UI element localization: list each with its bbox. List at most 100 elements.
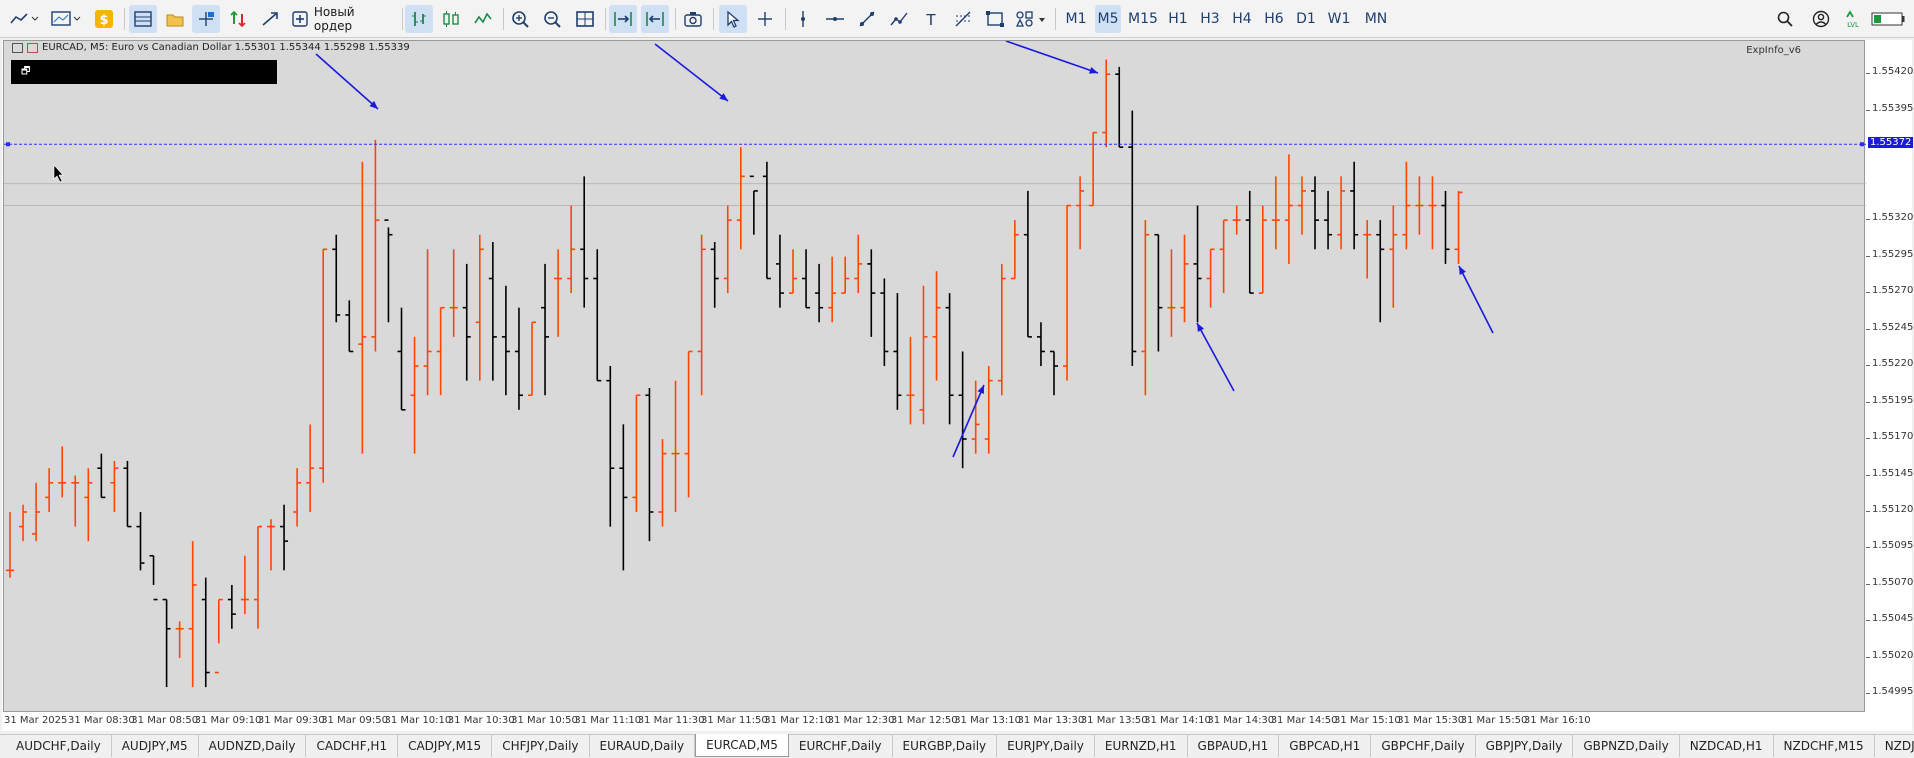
strategy-tester-button[interactable] <box>256 5 284 33</box>
chart-window-icon-2 <box>27 42 38 53</box>
price-tick <box>1866 583 1870 585</box>
ohlc-bar <box>6 511 14 578</box>
timeframe-w1[interactable]: W1 <box>1325 5 1353 33</box>
algo-trading-button[interactable]: $ <box>92 5 116 33</box>
cursor-tool-button[interactable] <box>719 5 747 33</box>
timeframe-m15[interactable]: M15 <box>1127 5 1159 33</box>
ohlc-bar <box>710 242 719 308</box>
timeframe-d1[interactable]: D1 <box>1293 5 1319 33</box>
chart-shift-button[interactable] <box>641 5 669 33</box>
line-handle[interactable] <box>6 142 10 147</box>
text-tool[interactable]: T <box>917 5 945 33</box>
chart-tab[interactable]: EURNZD,H1 <box>1095 735 1188 757</box>
ohlc-bar <box>1128 110 1137 367</box>
price-tick <box>1866 693 1870 695</box>
chart-tab[interactable]: EURCAD,M5 <box>695 734 789 757</box>
arrow-annotation[interactable] <box>1458 265 1494 334</box>
chart-tab[interactable]: GBPCHF,Daily <box>1371 735 1476 757</box>
arrow-annotation[interactable] <box>1005 41 1099 74</box>
chart-tab[interactable]: CHFJPY,Daily <box>492 735 590 757</box>
arrow-annotation[interactable] <box>1196 322 1235 392</box>
navigator-button[interactable] <box>161 5 189 33</box>
ohlc-bar <box>1141 220 1150 396</box>
price-tick <box>1866 73 1870 75</box>
price-tick-label: 1.55145 <box>1872 467 1914 479</box>
toolbox-button[interactable] <box>224 5 252 33</box>
price-tick-label: 1.55020 <box>1872 649 1914 661</box>
chart-tab[interactable]: AUDJPY,M5 <box>112 735 199 757</box>
ohlc-bar <box>697 234 706 396</box>
horizontal-line-tool[interactable] <box>821 5 849 33</box>
candlestick-button[interactable] <box>437 5 465 33</box>
timeframe-h1[interactable]: H1 <box>1165 5 1191 33</box>
crosshair-tool-button[interactable] <box>751 5 779 33</box>
price-chart <box>4 41 1866 688</box>
chart-tab[interactable]: EURCHF,Daily <box>789 735 893 757</box>
timeframe-h3[interactable]: H3 <box>1197 5 1223 33</box>
data-window-button[interactable] <box>192 5 220 33</box>
timeframe-m1[interactable]: M1 <box>1063 5 1089 33</box>
chart-tab[interactable]: GBPJPY,Daily <box>1476 735 1574 757</box>
market-watch-button[interactable] <box>129 5 157 33</box>
chart-tab[interactable]: CADCHF,H1 <box>306 735 399 757</box>
screenshot-button[interactable] <box>679 5 707 33</box>
chart-tabs: AUDCHF,Daily AUDJPY,M5 AUDNZD,Daily CADCHF,… <box>0 734 1914 758</box>
arrow-annotation[interactable] <box>315 53 379 110</box>
price-axis[interactable]: 1.55372 1.55420 1.55395 1.55320 1.55295 1.55… <box>1866 40 1914 712</box>
chart-tab[interactable]: CADJPY,M15 <box>398 735 493 757</box>
chart-tab[interactable]: GBPAUD,H1 <box>1188 735 1280 757</box>
arrow-annotation[interactable] <box>654 43 729 102</box>
ohlc-bar <box>1389 205 1398 308</box>
timeframe-mn[interactable]: MN <box>1359 5 1393 33</box>
chart-tab[interactable]: NZDCAD,H1 <box>1680 735 1774 757</box>
ohlc-bar <box>423 249 432 396</box>
tile-windows-button[interactable] <box>571 5 599 33</box>
new-order-button[interactable]: Новый ордер <box>288 5 396 33</box>
ohlc-bar <box>514 307 523 410</box>
chart-tab[interactable]: EURAUD,Daily <box>590 735 696 757</box>
timeframe-m5[interactable]: M5 <box>1095 5 1121 33</box>
templates-dropdown[interactable] <box>48 5 84 33</box>
chart-tab[interactable]: NZDJPY,M5 <box>1875 735 1914 757</box>
time-axis[interactable]: 31 Mar 2025 31 Mar 08:30 31 Mar 08:50 31 Ma… <box>2 713 1864 729</box>
zoom-out-button[interactable] <box>539 5 567 33</box>
chart-tab[interactable]: NZDCHF,M15 <box>1774 735 1875 757</box>
line-chart-button[interactable] <box>469 5 497 33</box>
ohlc-bar <box>475 234 484 381</box>
time-tick-label: 31 Mar 09:50 <box>321 715 388 726</box>
vertical-line-tool[interactable] <box>789 5 817 33</box>
ohlc-bar <box>1271 176 1280 250</box>
account-button[interactable] <box>1808 5 1834 33</box>
chart-plot-area[interactable]: EURCAD, M5: Euro vs Canadian Dollar 1.55… <box>3 40 1866 712</box>
ohlc-bar <box>19 504 28 542</box>
chart-tab[interactable]: GBPCAD,H1 <box>1279 735 1372 757</box>
chart-tab[interactable]: AUDCHF,Daily <box>6 735 112 757</box>
fibonacci-tool[interactable] <box>949 5 977 33</box>
channel-tool[interactable] <box>885 5 913 33</box>
ohlc-bar <box>854 234 863 294</box>
arrow-annotation[interactable] <box>952 384 985 458</box>
chart-window[interactable]: EURCAD, M5: Euro vs Canadian Dollar 1.55… <box>2 40 1914 731</box>
objects-dropdown[interactable] <box>1013 5 1049 33</box>
shapes-tool[interactable] <box>981 5 1009 33</box>
chart-tab[interactable]: GBPNZD,Daily <box>1573 735 1680 757</box>
timeframe-h6[interactable]: H6 <box>1261 5 1287 33</box>
fibonacci-icon <box>955 11 971 27</box>
one-click-trading-panel[interactable]: 🗗 <box>11 60 277 84</box>
trend-line-tool[interactable] <box>853 5 881 33</box>
price-tick <box>1866 656 1870 658</box>
chart-tab[interactable]: EURGBP,Daily <box>893 735 998 757</box>
chart-tab[interactable]: AUDNZD,Daily <box>199 735 307 757</box>
autoscroll-button[interactable] <box>609 5 637 33</box>
restore-icon[interactable]: 🗗 <box>21 66 30 77</box>
search-button[interactable] <box>1772 5 1798 33</box>
bar-chart-button[interactable] <box>405 5 433 33</box>
ohlc-bar <box>1363 220 1372 279</box>
zoom-in-button[interactable] <box>507 5 535 33</box>
ohlc-bar <box>397 307 406 411</box>
chart-type-dropdown[interactable] <box>6 5 42 33</box>
chart-tab[interactable]: EURJPY,Daily <box>997 735 1095 757</box>
ohlc-bar <box>410 336 419 454</box>
line-handle[interactable] <box>1860 142 1864 147</box>
timeframe-h4[interactable]: H4 <box>1229 5 1255 33</box>
